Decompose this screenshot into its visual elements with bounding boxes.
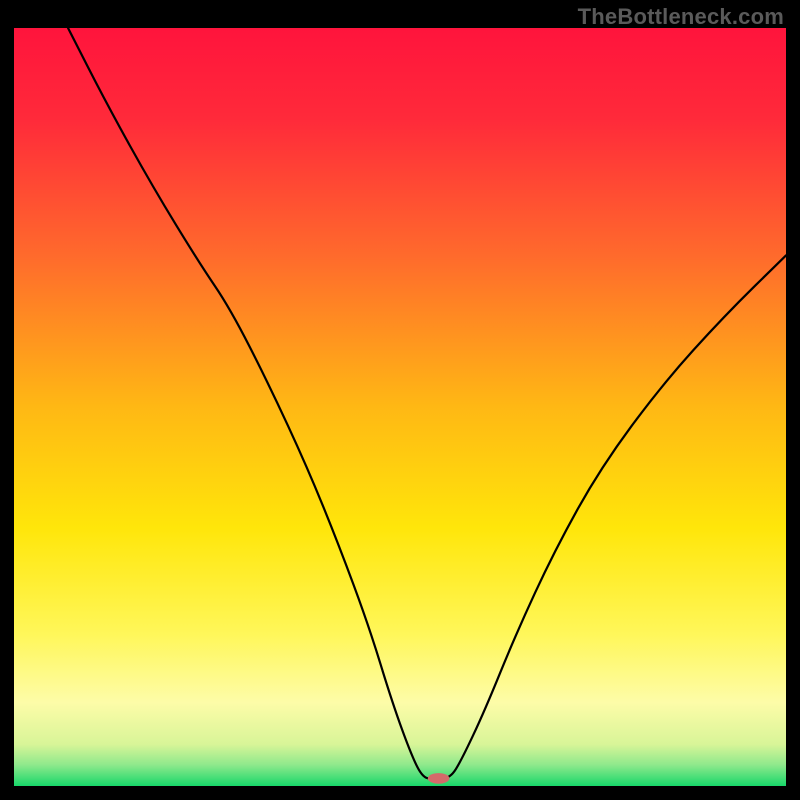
watermark-text: TheBottleneck.com	[578, 4, 784, 30]
gradient-background	[14, 28, 786, 786]
optimal-point-marker	[428, 773, 450, 784]
chart-svg	[14, 28, 786, 786]
chart-plot-area	[14, 28, 786, 786]
chart-container: TheBottleneck.com	[0, 0, 800, 800]
